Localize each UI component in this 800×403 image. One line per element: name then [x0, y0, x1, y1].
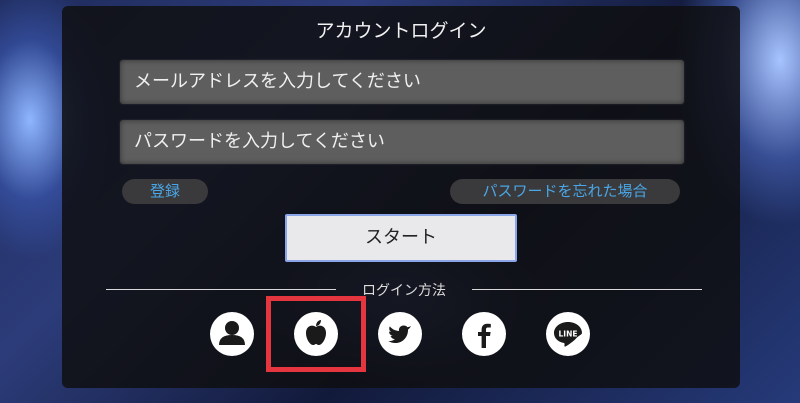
- register-button[interactable]: 登録: [122, 179, 208, 204]
- guest-login-button[interactable]: [210, 312, 254, 356]
- panel-title: アカウントログイン: [315, 20, 487, 42]
- facebook-login-button[interactable]: [462, 312, 506, 356]
- divider-left: [106, 289, 336, 290]
- divider-right: [472, 289, 702, 290]
- highlight-box: [266, 296, 366, 372]
- twitter-login-button[interactable]: [378, 312, 422, 356]
- line-login-button[interactable]: LINE: [546, 312, 590, 356]
- twitter-icon: [378, 312, 422, 356]
- password-field[interactable]: パスワードを入力してください: [120, 120, 684, 164]
- email-field[interactable]: メールアドレスを入力してください: [120, 60, 684, 104]
- user-icon: [210, 312, 254, 356]
- facebook-icon: [462, 312, 506, 356]
- login-panel: アカウントログイン メールアドレスを入力してください パスワードを入力してくださ…: [62, 6, 740, 388]
- forgot-password-button[interactable]: パスワードを忘れた場合: [450, 179, 680, 204]
- line-icon: LINE: [546, 312, 590, 356]
- start-button[interactable]: スタート: [285, 214, 517, 262]
- svg-text:LINE: LINE: [559, 330, 578, 339]
